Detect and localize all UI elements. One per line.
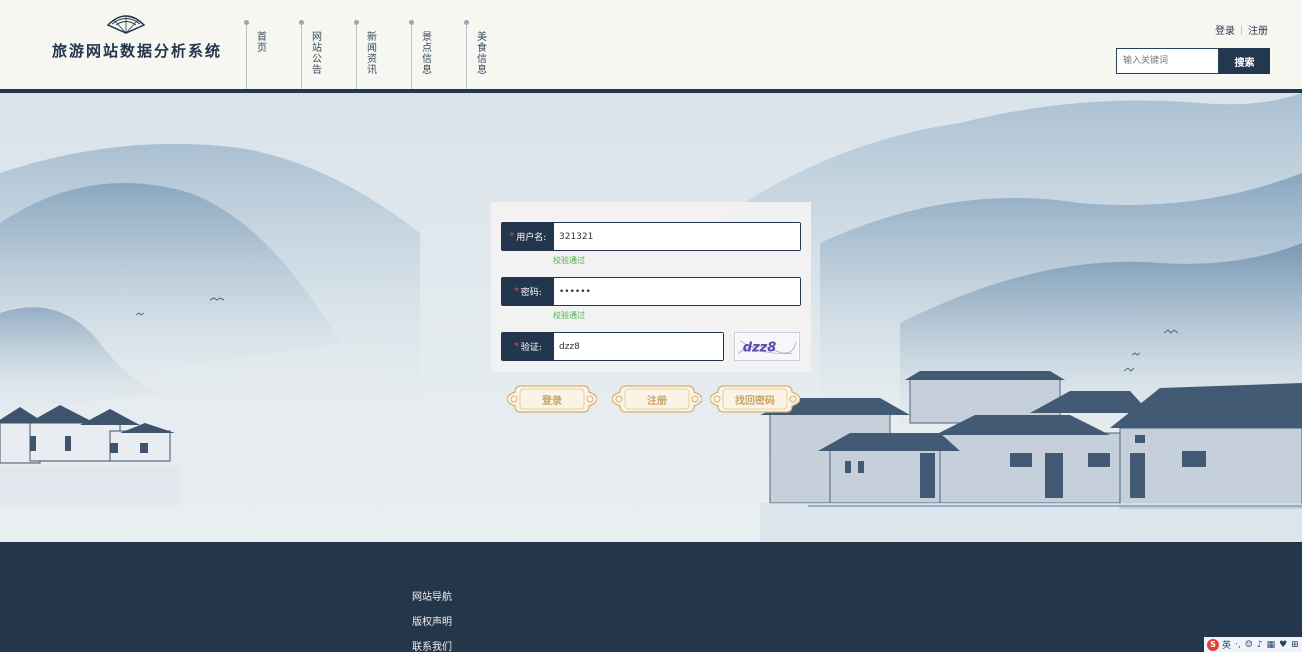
captcha-label-text: 验证: bbox=[520, 343, 542, 353]
ime-mic-icon[interactable]: ♪ bbox=[1257, 640, 1263, 650]
register-button-label: 注册 bbox=[647, 395, 667, 407]
ime-emoji-icon[interactable]: ☺ bbox=[1245, 640, 1253, 650]
username-validation: 校验通过 bbox=[553, 256, 585, 265]
captcha-label: * 验证: bbox=[502, 333, 554, 360]
password-field: * 密码: bbox=[501, 277, 801, 306]
required-mark: * bbox=[514, 286, 519, 297]
recover-password-button-label: 找回密码 bbox=[735, 395, 775, 407]
captcha-image[interactable]: dzz8 bbox=[734, 332, 800, 361]
site-title: 旅游网站数据分析系统 bbox=[52, 42, 223, 60]
link-divider bbox=[1241, 24, 1242, 35]
fan-logo-icon bbox=[106, 15, 146, 34]
nav-label: 首页 bbox=[257, 32, 267, 54]
password-label-text: 密码: bbox=[520, 288, 542, 298]
search-input[interactable] bbox=[1116, 48, 1219, 74]
footer-link-contact[interactable]: 联系我们 bbox=[412, 638, 452, 652]
login-button[interactable]: 登录 bbox=[506, 383, 598, 415]
password-validation: 校验通过 bbox=[553, 311, 585, 320]
captcha-field: * 验证: bbox=[501, 332, 724, 361]
captcha-input[interactable] bbox=[554, 333, 723, 360]
nav-item-home[interactable]: 首页 bbox=[244, 20, 301, 89]
ime-keyboard-icon[interactable]: ▦ bbox=[1267, 640, 1276, 650]
ime-punctuation-icon[interactable]: ·, bbox=[1235, 640, 1241, 650]
footer-link-site-nav[interactable]: 网站导航 bbox=[412, 588, 452, 603]
nav-item-attractions[interactable]: 景点信息 bbox=[409, 20, 466, 89]
nav-item-announcements[interactable]: 网站公告 bbox=[299, 20, 356, 89]
login-panel: * 用户名: 校验通过 * 密码: 校验通过 * 验证: dzz8 bbox=[491, 202, 811, 372]
ime-language[interactable]: 英 bbox=[1222, 638, 1231, 651]
ime-skin-icon[interactable]: ♥ bbox=[1279, 640, 1287, 650]
captcha-text: dzz8 bbox=[743, 341, 777, 356]
login-button-label: 登录 bbox=[542, 395, 562, 407]
nav-item-news[interactable]: 新闻资讯 bbox=[354, 20, 411, 89]
required-mark: * bbox=[509, 231, 515, 242]
nav-label: 美食信息 bbox=[477, 32, 487, 76]
ime-toolbar[interactable]: S 英 ·, ☺ ♪ ▦ ♥ ⊞ bbox=[1204, 637, 1302, 652]
username-label-text: 用户名: bbox=[516, 233, 547, 243]
password-label: * 密码: bbox=[502, 278, 554, 305]
username-label: * 用户名: bbox=[502, 223, 554, 250]
auth-links: 登录 注册 bbox=[1215, 22, 1268, 37]
password-input[interactable] bbox=[554, 278, 800, 305]
required-mark: * bbox=[514, 341, 519, 352]
nav-label: 景点信息 bbox=[422, 32, 432, 76]
recover-password-button[interactable]: 找回密码 bbox=[709, 383, 801, 415]
footer-link-copyright[interactable]: 版权声明 bbox=[412, 613, 452, 628]
sogou-logo-icon: S bbox=[1207, 638, 1219, 651]
username-field: * 用户名: bbox=[501, 222, 801, 251]
site-footer: 网站导航 版权声明 联系我们 bbox=[0, 542, 1302, 652]
nav-label: 新闻资讯 bbox=[367, 32, 377, 76]
nav-item-food[interactable]: 美食信息 bbox=[464, 20, 521, 89]
ime-toolbox-icon[interactable]: ⊞ bbox=[1291, 640, 1299, 650]
register-button[interactable]: 注册 bbox=[611, 383, 703, 415]
nav-label: 网站公告 bbox=[312, 32, 322, 76]
main-nav: 首页 网站公告 新闻资讯 景点信息 美食信息 bbox=[244, 20, 521, 89]
register-link[interactable]: 注册 bbox=[1248, 22, 1268, 37]
login-link[interactable]: 登录 bbox=[1215, 22, 1235, 37]
site-header: 旅游网站数据分析系统 首页 网站公告 新闻资讯 景点信息 美食信息 登录 注册 … bbox=[0, 0, 1302, 89]
username-input[interactable] bbox=[554, 223, 800, 250]
search-button[interactable]: 搜索 bbox=[1219, 48, 1270, 74]
